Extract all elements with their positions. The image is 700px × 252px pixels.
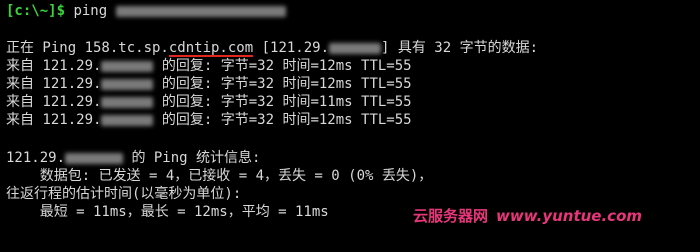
reply-suffix: 的回复: 字节=32 时间=12ms TTL=55 (153, 58, 412, 74)
ping-header-line: 正在 Ping 158.tc.sp.cdntip.com [121.29. ] 具… (6, 40, 538, 57)
packets-line: 数据包: 已发送 = 4，已接收 = 4，丢失 = 0 (0% 丢失)， (6, 168, 433, 184)
stats-header-prefix: 121.29. (6, 150, 66, 166)
redacted-ip (101, 96, 154, 108)
watermark-brand: 云服务器网 (413, 207, 489, 225)
reply-line: 来自 121.29. 的回复: 字节=32 时间=12ms TTL=55 (6, 58, 412, 75)
shell-prompt: [c:\~]$ (6, 3, 66, 19)
reply-suffix: 的回复: 字节=32 时间=12ms TTL=55 (153, 112, 412, 128)
reply-prefix: 来自 121.29. (6, 94, 102, 110)
reply-line: 来自 121.29. 的回复: 字节=32 时间=12ms TTL=55 (6, 112, 412, 129)
ping-header-ip-close: ] 具有 32 字节的数据: (381, 40, 539, 56)
highlighted-host: cdntip.com (168, 40, 254, 56)
reply-prefix: 来自 121.29. (6, 112, 102, 128)
reply-prefix: 来自 121.29. (6, 58, 102, 74)
host-underline-annotation (168, 55, 254, 57)
ping-header-ip-open: [121.29. (253, 40, 330, 56)
redacted-ip (101, 60, 154, 72)
redacted-hostname (115, 5, 286, 17)
rtt-values-line: 最短 = 11ms，最长 = 12ms，平均 = 11ms (6, 204, 329, 220)
reply-suffix: 的回复: 字节=32 时间=11ms TTL=55 (153, 94, 412, 110)
rtt-header-line: 往返行程的估计时间(以毫秒为单位): (6, 186, 242, 202)
reply-suffix: 的回复: 字节=32 时间=12ms TTL=55 (153, 76, 412, 92)
watermark: 云服务器网 www.yuntue.com (413, 206, 642, 226)
terminal-window[interactable]: [c:\~]$ ping 正在 Ping 158.tc.sp.cdntip.co… (0, 0, 700, 252)
reply-line: 来自 121.29. 的回复: 字节=32 时间=12ms TTL=55 (6, 76, 412, 93)
watermark-url: www.yuntue.com (496, 207, 643, 225)
redacted-ip (329, 42, 382, 54)
stats-header-line: 121.29. 的 Ping 统计信息: (6, 150, 260, 167)
redacted-ip (65, 152, 124, 164)
prompt-line: [c:\~]$ ping (6, 3, 286, 20)
command-text: ping (73, 3, 108, 19)
ping-header-prefix: 正在 Ping 158.tc.sp. (6, 40, 169, 56)
reply-prefix: 来自 121.29. (6, 76, 102, 92)
reply-line: 来自 121.29. 的回复: 字节=32 时间=11ms TTL=55 (6, 94, 412, 111)
redacted-ip (101, 114, 154, 126)
redacted-ip (101, 78, 154, 90)
stats-header-suffix: 的 Ping 统计信息: (123, 150, 261, 166)
